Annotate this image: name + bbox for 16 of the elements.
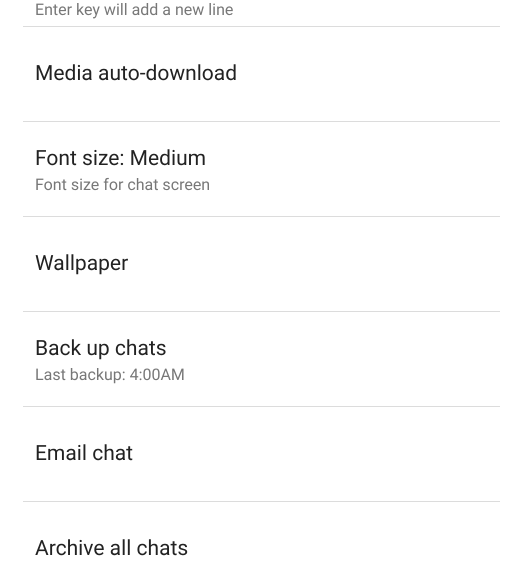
settings-item[interactable]: Enter key will add a new line [23,0,500,27]
settings-item[interactable]: Wallpaper [23,217,500,312]
setting-title: Media auto-download [35,61,238,87]
setting-summary: Last backup: 4:00AM [35,365,186,385]
settings-item[interactable]: Back up chats Last backup: 4:00AM [23,312,500,407]
setting-title: Wallpaper [35,251,130,277]
setting-summary: Font size for chat screen [35,175,212,195]
setting-title: Font size: Medium [35,146,208,172]
setting-summary: Enter key will add a new line [35,0,234,20]
settings-item[interactable]: Email chat [23,407,500,502]
settings-item[interactable]: Media auto-download [23,27,500,122]
setting-title: Back up chats [35,336,168,362]
setting-title: Archive all chats [35,536,190,562]
settings-item[interactable]: Archive all chats [23,502,500,564]
setting-title: Email chat [35,441,134,467]
settings-item[interactable]: Font size: Medium Font size for chat screen [23,122,500,217]
